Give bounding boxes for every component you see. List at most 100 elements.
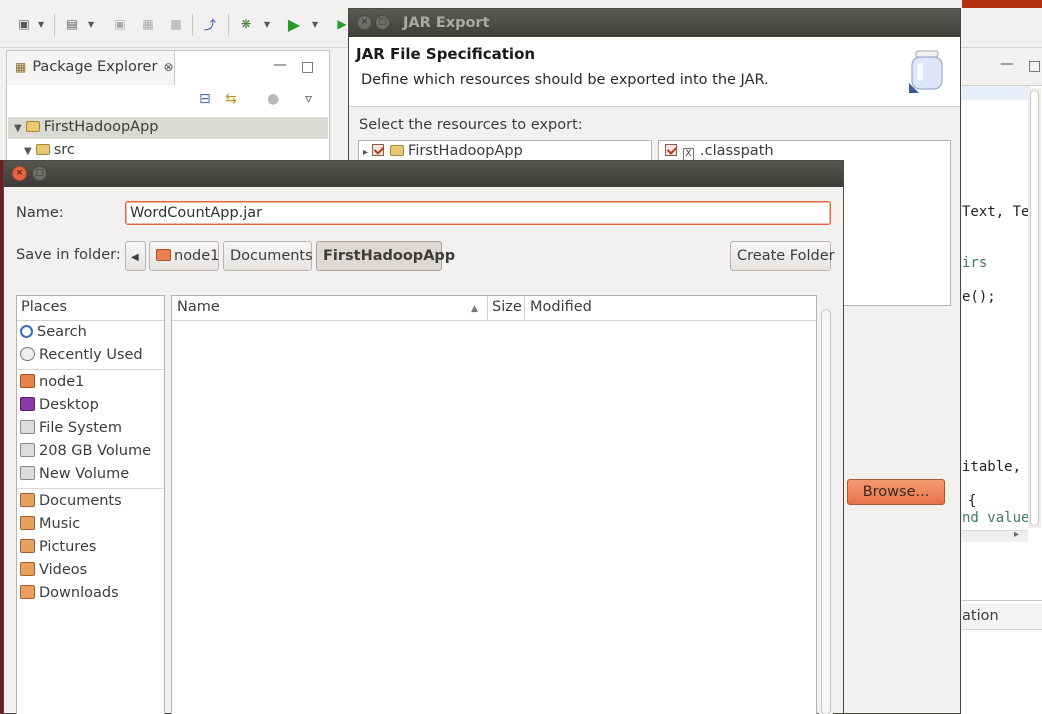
maximize-icon[interactable]: □ bbox=[375, 15, 390, 30]
toolbar-separator bbox=[228, 14, 229, 36]
chevron-down-icon[interactable]: ▾ bbox=[262, 14, 272, 34]
editor-hscrollbar[interactable]: ▸ bbox=[962, 529, 1028, 542]
save-icon[interactable]: ▣ bbox=[110, 14, 130, 34]
close-icon[interactable]: × bbox=[12, 166, 27, 181]
expand-icon[interactable]: ▼ bbox=[24, 146, 32, 157]
places-item-search[interactable]: Search bbox=[17, 322, 164, 344]
save-all-icon[interactable]: ▦ bbox=[138, 14, 158, 34]
view-menu-icon[interactable]: ▿ bbox=[305, 91, 312, 107]
maximize-icon[interactable]: □ bbox=[32, 166, 47, 181]
focus-icon[interactable]: ● bbox=[267, 91, 279, 107]
home-folder-icon bbox=[156, 249, 171, 261]
path-label: FirstHadoopApp bbox=[323, 248, 456, 264]
chevron-down-icon[interactable]: ▾ bbox=[86, 14, 96, 34]
places-item-label: Desktop bbox=[39, 397, 99, 413]
places-separator bbox=[17, 369, 164, 370]
places-separator bbox=[17, 488, 164, 489]
places-item-label: File System bbox=[39, 420, 122, 436]
editor-tab-bar: — □ bbox=[962, 48, 1042, 86]
desktop-icon bbox=[20, 397, 35, 411]
column-separator[interactable] bbox=[524, 296, 525, 321]
file-list-header: Name ▲ Size Modified bbox=[172, 296, 816, 321]
project-folder-icon bbox=[390, 145, 405, 156]
column-header-name[interactable]: Name bbox=[177, 299, 220, 315]
path-button-node1[interactable]: node1 bbox=[149, 241, 219, 271]
toolbar-separator bbox=[192, 14, 193, 36]
places-item-music[interactable]: Music bbox=[17, 514, 164, 536]
new-file-icon[interactable]: ▤ bbox=[62, 14, 82, 34]
places-item-label: Videos bbox=[39, 562, 88, 578]
file-name-input[interactable] bbox=[125, 201, 831, 225]
checkbox[interactable] bbox=[665, 144, 677, 156]
path-back-button[interactable]: ◀ bbox=[125, 241, 146, 271]
places-item-label: Pictures bbox=[39, 539, 97, 555]
debug-icon[interactable]: ❋ bbox=[236, 14, 256, 34]
code-line[interactable]: itable, bbox=[962, 459, 1021, 475]
package-explorer-icon: ▦ bbox=[15, 60, 27, 74]
run-icon[interactable]: ▶ bbox=[284, 14, 304, 34]
places-item-documents[interactable]: Documents bbox=[17, 491, 164, 513]
print-icon[interactable]: ▩ bbox=[166, 14, 186, 34]
path-button-documents[interactable]: Documents bbox=[223, 241, 313, 271]
places-header[interactable]: Places bbox=[17, 296, 164, 321]
page-description: Define which resources should be exporte… bbox=[361, 72, 769, 88]
chevron-down-icon[interactable]: ▾ bbox=[36, 14, 46, 34]
link-editor-icon[interactable]: ⇆ bbox=[225, 91, 237, 107]
code-comment[interactable]: irs bbox=[962, 255, 987, 271]
create-folder-button[interactable]: Create Folder bbox=[730, 241, 835, 271]
sort-up-icon[interactable]: ▲ bbox=[471, 304, 478, 314]
code-comment[interactable]: nd value bbox=[962, 510, 1029, 526]
drive-icon bbox=[20, 420, 35, 434]
close-icon[interactable]: × bbox=[357, 15, 372, 30]
column-header[interactable]: ation bbox=[962, 608, 999, 624]
minimize-icon[interactable]: — bbox=[1000, 56, 1014, 72]
places-item-recently-used[interactable]: Recently Used bbox=[17, 345, 164, 367]
pin-icon[interactable]: ⤴ bbox=[200, 14, 220, 34]
column-separator[interactable] bbox=[487, 296, 488, 321]
places-item-pictures[interactable]: Pictures bbox=[17, 537, 164, 559]
checkbox[interactable] bbox=[372, 144, 385, 156]
file-list-scroll-thumb[interactable] bbox=[821, 309, 831, 714]
maximize-icon[interactable]: □ bbox=[301, 59, 314, 75]
tab-package-explorer[interactable]: ▦ Package Explorer ⊗ bbox=[7, 51, 175, 85]
maximize-icon[interactable]: □ bbox=[1028, 58, 1041, 74]
places-item-208gb-volume[interactable]: 208 GB Volume bbox=[17, 441, 164, 463]
places-item-label: Downloads bbox=[39, 585, 119, 601]
places-item-file-system[interactable]: File System bbox=[17, 418, 164, 440]
column-header-modified[interactable]: Modified bbox=[530, 299, 592, 315]
column-header-size[interactable]: Size bbox=[492, 299, 522, 315]
places-item-new-volume[interactable]: New Volume bbox=[17, 464, 164, 486]
browse-button[interactable]: Browse... bbox=[847, 479, 945, 505]
project-folder-icon bbox=[25, 121, 40, 132]
close-icon[interactable]: ⊗ bbox=[163, 60, 173, 74]
tree-item-project[interactable]: ▼ FirstHadoopApp bbox=[8, 117, 328, 139]
places-item-node1[interactable]: node1 bbox=[17, 372, 164, 394]
places-item-desktop[interactable]: Desktop bbox=[17, 395, 164, 417]
places-item-label: Recently Used bbox=[39, 347, 143, 363]
expand-icon[interactable]: ▼ bbox=[14, 123, 22, 134]
tree-item-src[interactable]: ▼ src bbox=[8, 140, 328, 162]
expand-icon[interactable]: ▸ bbox=[363, 147, 368, 158]
code-line[interactable]: Text, Te bbox=[962, 204, 1029, 220]
tab-label: Package Explorer bbox=[32, 59, 158, 75]
places-item-downloads[interactable]: Downloads bbox=[17, 583, 164, 605]
pictures-icon bbox=[20, 539, 35, 553]
code-line[interactable]: e(); bbox=[962, 289, 996, 305]
collapse-all-icon[interactable]: ⊟ bbox=[199, 91, 211, 107]
chevron-down-icon[interactable]: ▾ bbox=[310, 14, 320, 34]
places-item-videos[interactable]: Videos bbox=[17, 560, 164, 582]
videos-icon bbox=[20, 562, 35, 576]
file-list[interactable]: Name ▲ Size Modified bbox=[171, 295, 817, 714]
title-bar[interactable]: × □ bbox=[4, 161, 843, 187]
title-bar[interactable]: × □ JAR Export bbox=[349, 9, 960, 37]
name-label: Name: bbox=[16, 205, 64, 221]
minimize-icon[interactable]: — bbox=[273, 57, 287, 73]
scroll-right-icon[interactable]: ▸ bbox=[1014, 529, 1019, 540]
editor-scroll-thumb[interactable] bbox=[1030, 90, 1039, 526]
places-item-label: 208 GB Volume bbox=[39, 443, 152, 459]
code-line[interactable]: { bbox=[968, 493, 976, 509]
path-button-firsthadoopapp[interactable]: FirstHadoopApp bbox=[316, 241, 455, 271]
documents-icon bbox=[20, 493, 35, 507]
new-icon[interactable]: ▣ bbox=[14, 14, 34, 34]
package-folder-icon bbox=[35, 144, 50, 155]
